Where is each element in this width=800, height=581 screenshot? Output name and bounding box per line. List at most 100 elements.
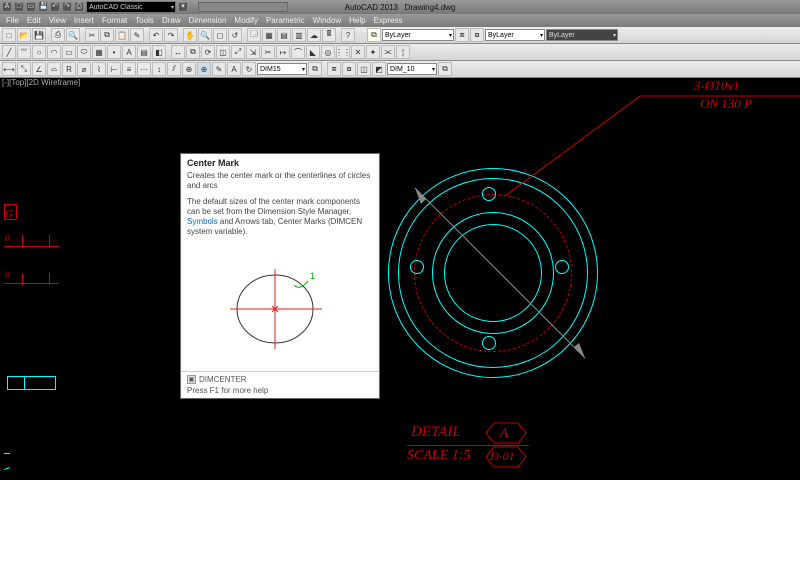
mirror-icon[interactable]: ◫ [216,45,230,59]
rectangle-icon[interactable]: ▭ [62,45,76,59]
fillet-icon[interactable]: ⌒ [291,45,305,59]
dim-aligned-icon[interactable]: ⤡ [17,62,31,76]
sheet-set-btn[interactable]: ▥ [292,28,306,42]
menu-modify[interactable]: Modify [234,16,258,25]
design-center-btn[interactable]: ▦ [262,28,276,42]
line-icon[interactable]: ╱ [2,45,16,59]
arc-icon[interactable]: ◠ [47,45,61,59]
dim-space-icon[interactable]: ↕ [152,62,166,76]
open-icon[interactable]: ▭ [26,2,36,12]
constraint-icon[interactable]: ⧈ [327,62,341,76]
dim-ordinate-icon[interactable]: ⊢ [107,62,121,76]
new-icon[interactable]: □ [14,2,24,12]
dim-jogged-icon[interactable]: ⌇ [92,62,106,76]
dimstyle-combo-2[interactable]: DIM_10 [387,63,437,75]
rotate-icon[interactable]: ⟳ [201,45,215,59]
undo-icon[interactable]: ↶ [50,2,60,12]
qat-btn[interactable]: A [2,2,12,12]
dimstyle-combo-1[interactable]: DIM15 [257,63,307,75]
linetype-combo[interactable]: ByLayer [546,29,618,41]
hatch-icon[interactable]: ▦ [92,45,106,59]
menu-dimension[interactable]: Dimension [189,16,227,25]
text-icon[interactable]: A [122,45,136,59]
offset-icon[interactable]: ◎ [321,45,335,59]
dim-radius-icon[interactable]: R [62,62,76,76]
dim-continue-icon[interactable]: ⋯ [137,62,151,76]
trim-icon[interactable]: ✂ [261,45,275,59]
explode-icon[interactable]: ✦ [366,45,380,59]
stretch-icon[interactable]: ⇲ [246,45,260,59]
menu-insert[interactable]: Insert [74,16,94,25]
extend-icon[interactable]: ↦ [276,45,290,59]
match-btn[interactable]: ✎ [130,28,144,42]
markup-btn[interactable]: ☁ [307,28,321,42]
dim-linear-icon[interactable]: ⟷ [2,62,16,76]
help-btn[interactable]: ? [341,28,355,42]
circle-icon[interactable]: ○ [32,45,46,59]
constraint4-icon[interactable]: ◩ [372,62,386,76]
plot-btn[interactable]: ⎙ [51,28,65,42]
dim-tedit-icon[interactable]: A [227,62,241,76]
dim-arc-icon[interactable]: ⌓ [47,62,61,76]
print-icon[interactable]: ⎙ [74,2,84,12]
tooltip-link[interactable]: Symbols [187,217,218,226]
viewport-label[interactable]: [-][Top][2D Wireframe] [2,78,80,87]
save-icon[interactable]: 💾 [38,2,48,12]
menu-parametric[interactable]: Parametric [266,16,305,25]
constraint2-icon[interactable]: ⧇ [342,62,356,76]
menu-edit[interactable]: Edit [27,16,41,25]
dim-baseline-icon[interactable]: ≡ [122,62,136,76]
drawing-canvas[interactable]: [-][Top][2D Wireframe] G 0 0 20.00 [0,78,800,480]
new-btn[interactable]: □ [2,28,16,42]
polyline-icon[interactable]: ⺌ [17,45,31,59]
region-icon[interactable]: ◧ [152,45,166,59]
array-icon[interactable]: ⋮⋮ [336,45,350,59]
properties-btn[interactable]: 🗔 [247,28,261,42]
color-combo[interactable]: ByLayer [485,29,545,41]
redo-btn[interactable]: ↷ [164,28,178,42]
menu-view[interactable]: View [49,16,66,25]
menu-file[interactable]: File [6,16,19,25]
centermark-icon[interactable]: ⊕ [197,62,211,76]
dimstyle2-icon[interactable]: ⧉ [438,62,452,76]
zoom-btn[interactable]: 🔍 [198,28,212,42]
menu-tools[interactable]: Tools [135,16,154,25]
table-icon[interactable]: ▤ [137,45,151,59]
ellipse-icon[interactable]: ⬭ [77,45,91,59]
dim-edit-icon[interactable]: ✎ [212,62,226,76]
save-btn[interactable]: 💾 [32,28,46,42]
scale-icon[interactable]: ⤢ [231,45,245,59]
title-search-input[interactable] [198,2,288,12]
menu-express[interactable]: Express [374,16,403,25]
erase-icon[interactable]: ✕ [351,45,365,59]
chamfer-icon[interactable]: ◣ [306,45,320,59]
move-icon[interactable]: ↔ [171,45,185,59]
layer-iso-btn[interactable]: ⧇ [470,28,484,42]
dim-break-icon[interactable]: ⫽ [167,62,181,76]
dim-diameter-icon[interactable]: ⌀ [77,62,91,76]
layer-combo[interactable]: ByLayer [382,29,454,41]
menu-draw[interactable]: Draw [162,16,181,25]
copy-btn[interactable]: ⧉ [100,28,114,42]
dimstyle-icon[interactable]: ⧉ [308,62,322,76]
workspace-combo[interactable]: AutoCAD Classic [86,1,176,13]
dim-update-icon[interactable]: ↻ [242,62,256,76]
dim-angular-icon[interactable]: ∠ [32,62,46,76]
layer-state-btn[interactable]: ⧈ [455,28,469,42]
paste-btn[interactable]: 📋 [115,28,129,42]
open-btn[interactable]: 📂 [17,28,31,42]
menu-format[interactable]: Format [102,16,127,25]
constraint3-icon[interactable]: ◫ [357,62,371,76]
tool-palette-btn[interactable]: ▤ [277,28,291,42]
undo-btn[interactable]: ↶ [149,28,163,42]
workspace-settings-icon[interactable]: ▾ [178,2,188,12]
point-icon[interactable]: • [107,45,121,59]
zoom-prev-btn[interactable]: ↺ [228,28,242,42]
pan-btn[interactable]: ✋ [183,28,197,42]
layer-prop-btn[interactable]: ⧉ [367,28,381,42]
preview-btn[interactable]: 🔍 [66,28,80,42]
cut-btn[interactable]: ✂ [85,28,99,42]
zoom-window-btn[interactable]: ◻ [213,28,227,42]
join-icon[interactable]: ⫘ [381,45,395,59]
tolerance-icon[interactable]: ⊕ [182,62,196,76]
